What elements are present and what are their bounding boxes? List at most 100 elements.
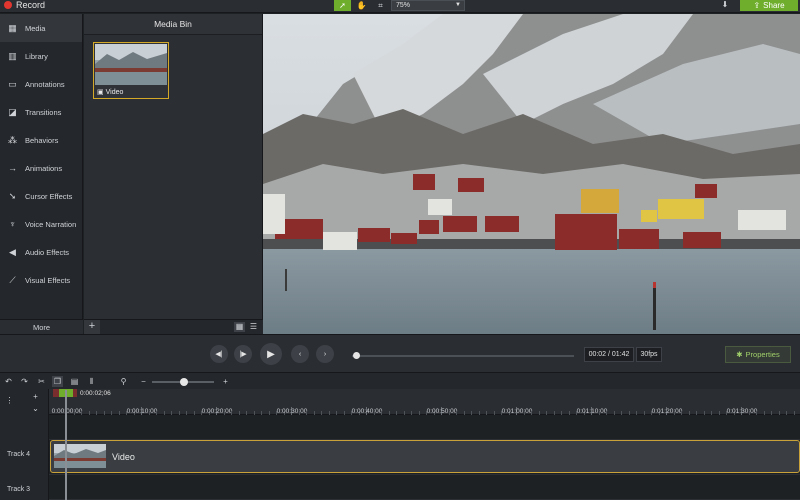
pointer-tool-icon[interactable]: ➚ <box>334 0 351 11</box>
sidebar-item-annotations[interactable]: ▭ Annotations <box>0 70 82 98</box>
media-bin-panel: Media Bin ▣ Video + ▦ ☰ <box>84 14 263 334</box>
sidebar-item-label: Audio Effects <box>25 247 70 257</box>
ruler-label: 0:01:30;00 <box>726 408 758 415</box>
microphone-icon: ♆ <box>9 219 16 229</box>
timeline-toolbar: ↶ ↷ ✂ ❐ ▤ ⫴ ⚲ − + <box>0 372 800 389</box>
sidebar-item-label: Visual Effects <box>25 275 71 285</box>
app-window: Record ➚ ✋ ⌗ 75% ▼ ⬇ ⇪ Share ▦ Media ▥ L… <box>0 0 800 500</box>
zoom-out-icon[interactable]: − <box>138 376 149 387</box>
previous-icon[interactable]: ‹ <box>291 345 309 363</box>
sidebar-item-label: Annotations <box>25 79 65 89</box>
timeline-clip-video[interactable]: Video <box>50 440 800 473</box>
preview-image <box>263 14 800 334</box>
timeline-ruler[interactable]: 0:00:02;06 0:00:00;00 0:00:10;00 0:00:20;0… <box>49 389 800 415</box>
animation-icon: → <box>8 163 17 173</box>
record-button[interactable]: Record <box>4 0 45 10</box>
ruler-label: 0:00:20;00 <box>201 408 233 415</box>
hand-tool-icon[interactable]: ✋ <box>353 0 370 11</box>
paste-icon[interactable]: ▤ <box>69 376 80 387</box>
sidebar-item-audio-effects[interactable]: ◀ Audio Effects <box>0 238 82 266</box>
record-icon <box>4 1 12 9</box>
top-toolbar: Record ➚ ✋ ⌗ 75% ▼ ⬇ ⇪ Share <box>0 0 800 13</box>
undo-icon[interactable]: ↶ <box>3 376 14 387</box>
step-back-icon[interactable]: ◀| <box>210 345 228 363</box>
sidebar-item-cursor-effects[interactable]: ➘ Cursor Effects <box>0 182 82 210</box>
sidebar-item-library[interactable]: ▥ Library <box>0 42 82 70</box>
sidebar-item-voice-narration[interactable]: ♆ Voice Narration <box>0 210 82 238</box>
playhead-line[interactable] <box>65 390 67 500</box>
sidebar-item-label: Library <box>25 51 48 61</box>
playback-scrubber[interactable] <box>352 352 574 359</box>
sidebar-item-label: Transitions <box>25 107 62 117</box>
playback-controls: ◀| |▶ ▶ ‹ › 00:02 / 01:42 30fps ✱ Proper… <box>0 334 800 372</box>
sidebar-item-label: Cursor Effects <box>25 191 73 201</box>
track-headers: ⋮ + ⌄ Track 4 Track 3 <box>0 389 49 500</box>
share-button[interactable]: ⇪ Share <box>740 0 798 11</box>
next-icon[interactable]: › <box>316 345 334 363</box>
annotation-icon: ▭ <box>8 78 17 89</box>
gear-icon: ✱ <box>736 350 743 359</box>
zoom-icon[interactable]: ⚲ <box>118 376 129 387</box>
timeline-clip-name: Video <box>112 452 135 462</box>
time-display: 00:02 / 01:42 <box>584 347 634 362</box>
media-bin-footer: + ▦ ☰ <box>84 319 263 334</box>
redo-icon[interactable]: ↷ <box>19 376 30 387</box>
scrubber-knob[interactable] <box>353 352 360 359</box>
media-clip-video[interactable]: ▣ Video <box>93 42 169 99</box>
add-track-icon[interactable]: + <box>30 391 41 402</box>
ruler-label: 0:01:20;00 <box>651 408 683 415</box>
ruler-label: 0:00:50;00 <box>426 408 458 415</box>
timeline-clip-thumbnail <box>54 444 106 468</box>
crop-tool-icon[interactable]: ⌗ <box>372 0 389 11</box>
track-4-label[interactable]: Track 4 <box>0 451 49 458</box>
copy-icon[interactable]: ❐ <box>52 376 63 387</box>
add-media-button[interactable]: + <box>84 320 100 334</box>
properties-button[interactable]: ✱ Properties <box>725 346 791 363</box>
canvas-tools: ➚ ✋ ⌗ <box>334 0 389 11</box>
sidebar-item-animations[interactable]: → Animations <box>0 154 82 182</box>
library-icon: ▥ <box>8 50 17 61</box>
more-button[interactable]: More <box>0 319 83 334</box>
left-sidebar: ▦ Media ▥ Library ▭ Annotations ◪ Transi… <box>0 14 83 334</box>
share-label: Share <box>763 1 785 10</box>
sidebar-item-media[interactable]: ▦ Media <box>0 14 82 42</box>
ruler-label: 0:00:30;00 <box>276 408 308 415</box>
track-lane-3[interactable] <box>49 475 800 500</box>
film-icon: ▦ <box>8 22 17 33</box>
zoom-slider-knob[interactable] <box>180 378 188 386</box>
clip-thumbnail <box>95 44 167 85</box>
sidebar-item-visual-effects[interactable]: ⟋ Visual Effects <box>0 266 82 294</box>
timeline-zoom-slider[interactable] <box>152 378 214 386</box>
behavior-icon: ⁂ <box>8 134 17 145</box>
preview-canvas[interactable] <box>263 14 800 334</box>
fps-display: 30fps <box>636 347 662 362</box>
zoom-select[interactable]: 75% ▼ <box>391 0 465 11</box>
playhead-time: 0:00:02;06 <box>80 390 111 397</box>
chevron-down-icon[interactable]: ⌄ <box>30 403 41 414</box>
media-bin-title: Media Bin <box>84 14 262 35</box>
list-view-icon[interactable]: ☰ <box>248 322 259 332</box>
cut-icon[interactable]: ✂ <box>36 376 47 387</box>
download-icon[interactable]: ⬇ <box>718 0 732 11</box>
track-toggle-icon[interactable]: ⋮ <box>4 395 15 406</box>
sidebar-item-behaviors[interactable]: ⁂ Behaviors <box>0 126 82 154</box>
chevron-down-icon: ▼ <box>455 2 461 8</box>
wand-icon: ⟋ <box>9 274 16 285</box>
zoom-value: 75% <box>396 2 411 9</box>
sidebar-item-label: Behaviors <box>25 135 59 145</box>
split-icon[interactable]: ⫴ <box>86 376 97 387</box>
grid-view-icon[interactable]: ▦ <box>234 322 245 332</box>
ruler-label: 0:00:00;00 <box>51 408 83 415</box>
zoom-in-icon[interactable]: + <box>220 376 231 387</box>
sidebar-item-transitions[interactable]: ◪ Transitions <box>0 98 82 126</box>
track-3-label[interactable]: Track 3 <box>0 486 49 493</box>
play-icon[interactable]: ▶ <box>260 343 282 365</box>
transition-icon: ◪ <box>8 106 17 117</box>
speaker-icon: ◀ <box>9 246 16 257</box>
step-forward-icon[interactable]: |▶ <box>234 345 252 363</box>
upload-icon: ⇪ <box>753 1 761 10</box>
record-label: Record <box>16 0 46 10</box>
ruler-label: 0:01:10;00 <box>576 408 608 415</box>
ruler-label: 0:00:10;00 <box>126 408 158 415</box>
sidebar-item-label: Media <box>25 23 46 33</box>
